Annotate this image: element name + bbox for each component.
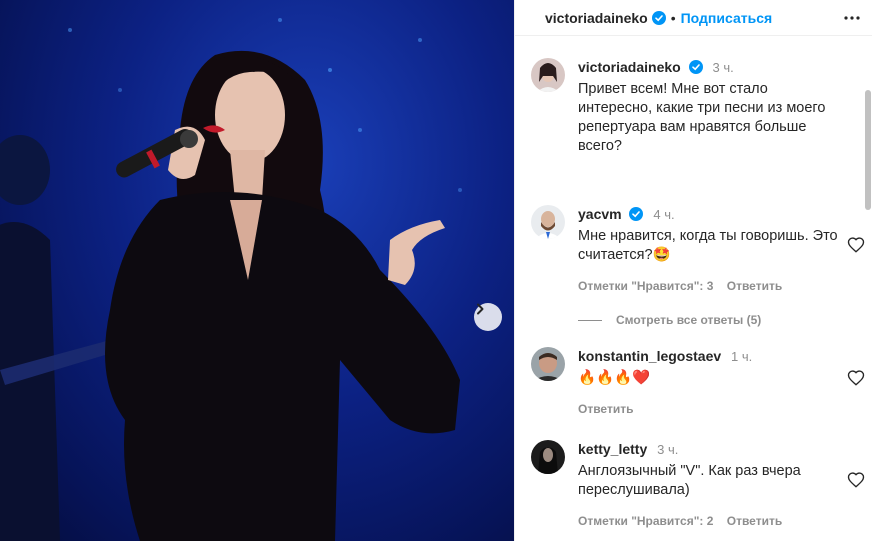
scrollbar-thumb[interactable]: [865, 90, 871, 210]
verified-badge-icon: [688, 60, 703, 74]
comment-time[interactable]: 1 ч.: [731, 349, 752, 364]
avatar[interactable]: [531, 205, 565, 239]
avatar[interactable]: [531, 440, 565, 474]
comments-scrollbar[interactable]: [864, 37, 872, 541]
comment-username[interactable]: konstantin_legostaev: [578, 348, 721, 364]
heart-icon[interactable]: [847, 369, 865, 387]
comment-body: ketty_letty 3 ч. Англоязычный "V". Как р…: [578, 440, 838, 531]
view-replies-button[interactable]: Смотреть все ответы (5): [578, 313, 761, 327]
comment-body: konstantin_legostaev 1 ч. 🔥🔥🔥❤️ Ответить: [578, 347, 838, 419]
comment-username[interactable]: yacvm: [578, 206, 622, 222]
reply-button[interactable]: Ответить: [727, 514, 782, 528]
post-side-panel: victoriadaineko • Подписаться victoriada…: [514, 0, 872, 541]
caption-username[interactable]: victoriadaineko: [578, 59, 681, 75]
post-header: victoriadaineko • Подписаться: [515, 0, 872, 36]
comment-text: Англоязычный "V". Как раз вчера переслуш…: [578, 463, 801, 498]
follow-button[interactable]: Подписаться: [681, 10, 773, 26]
more-options-icon: [844, 16, 860, 20]
heart-icon[interactable]: [847, 236, 865, 254]
comment-likes-count[interactable]: Отметки "Нравится": 2: [578, 514, 713, 528]
next-image-button[interactable]: [474, 303, 502, 331]
replies-divider: [578, 319, 602, 321]
more-options-button[interactable]: [841, 7, 863, 29]
chevron-right-icon: [477, 303, 484, 315]
header-username[interactable]: victoriadaineko: [545, 10, 648, 26]
comment-actions: Ответить: [578, 400, 838, 419]
comment-time[interactable]: 4 ч.: [653, 207, 674, 222]
caption-text: Привет всем! Мне вот стало интересно, ка…: [578, 81, 826, 154]
comment-username[interactable]: ketty_letty: [578, 441, 647, 457]
header-separator: •: [670, 9, 676, 26]
comment-text: 🔥🔥🔥❤️: [578, 370, 651, 386]
comment-actions: Отметки "Нравится": 2 Ответить: [578, 512, 838, 531]
verified-badge-icon: [629, 207, 644, 221]
avatar[interactable]: [531, 347, 565, 381]
caption-time[interactable]: 3 ч.: [712, 60, 733, 75]
comment-body: yacvm 4 ч. Мне нравится, когда ты говори…: [578, 205, 838, 296]
reply-button[interactable]: Ответить: [727, 279, 782, 293]
reply-button[interactable]: Ответить: [578, 402, 633, 416]
post-media: [0, 0, 514, 541]
view-replies-label[interactable]: Смотреть все ответы (5): [616, 313, 761, 327]
comment-actions: Отметки "Нравится": 3 Ответить: [578, 277, 838, 296]
performer-photo: [0, 18, 462, 541]
comment-time[interactable]: 3 ч.: [657, 442, 678, 457]
heart-icon[interactable]: [847, 471, 865, 489]
caption-body: victoriadaineko 3 ч. Привет всем! Мне во…: [578, 58, 838, 156]
comment-likes-count[interactable]: Отметки "Нравится": 3: [578, 279, 713, 293]
verified-badge-icon: [651, 10, 666, 25]
comment-text: Мне нравится, когда ты говоришь. Это счи…: [578, 228, 838, 263]
avatar[interactable]: [531, 58, 565, 92]
